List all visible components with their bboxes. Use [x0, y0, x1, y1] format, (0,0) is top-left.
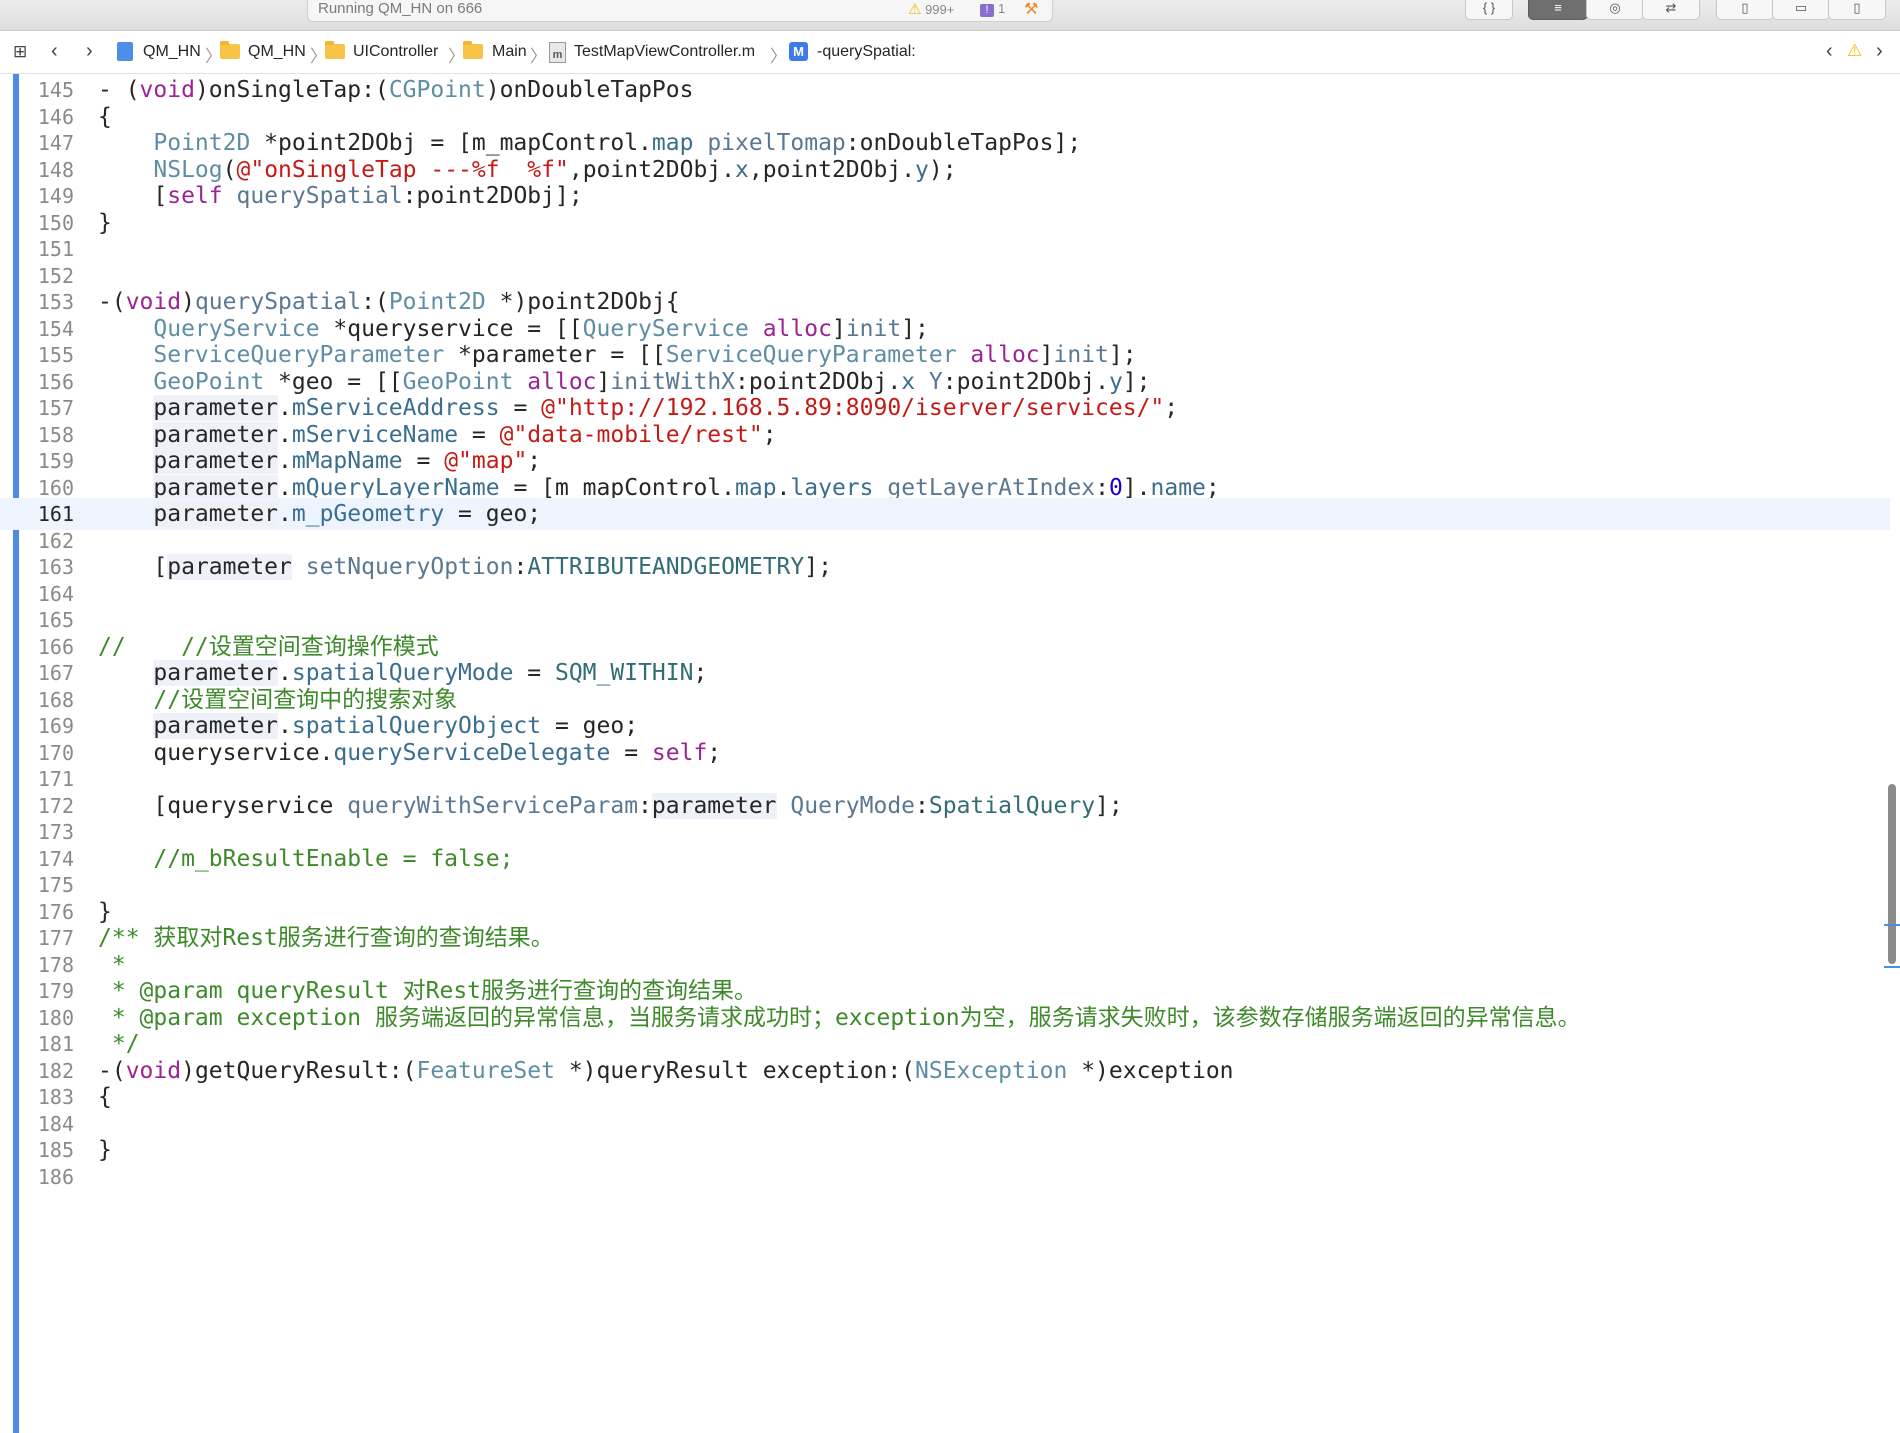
warnings-badge[interactable]: ⚠ 999+	[908, 0, 954, 18]
breadcrumb-uicontroller[interactable]: UIController	[353, 43, 438, 61]
warnings-count: 999+	[925, 2, 955, 17]
activity-status: Running QM_HN on 666	[318, 0, 483, 17]
code-line[interactable]: 186	[0, 1161, 1890, 1193]
code-review-button[interactable]: { }	[1465, 0, 1513, 20]
previous-issue-icon[interactable]: ‹	[1826, 40, 1833, 63]
inspector-toggle-button[interactable]: ▯	[1828, 0, 1886, 20]
issues-badge[interactable]: ! 1	[980, 1, 1005, 17]
related-items-icon[interactable]: ⊞	[13, 42, 27, 62]
navigator-toggle-button[interactable]: ▯	[1716, 0, 1774, 20]
minimap-change-marker	[1884, 924, 1900, 926]
breadcrumb-method[interactable]: -querySpatial:	[817, 43, 916, 61]
standard-editor-button[interactable]: ≡	[1528, 0, 1588, 20]
activity-viewer: Running QM_HN on 666 ⚠ 999+ ! 1 ⚒	[307, 0, 1053, 22]
breadcrumb-project[interactable]: QM_HN	[143, 43, 201, 61]
warning-icon[interactable]: ⚠	[1847, 41, 1862, 61]
breadcrumb-main[interactable]: Main	[492, 43, 527, 61]
folder-icon	[220, 41, 240, 64]
forward-arrow-icon[interactable]: ›	[86, 40, 93, 63]
back-arrow-icon[interactable]: ‹	[51, 40, 58, 63]
vertical-scrollbar[interactable]	[1888, 784, 1896, 964]
breadcrumb-group[interactable]: QM_HN	[248, 43, 306, 61]
m-file-icon: m	[549, 42, 566, 63]
issues-count: 1	[998, 1, 1006, 16]
source-editor[interactable]: 145- (void)onSingleTap:(CGPoint)onDouble…	[0, 74, 1900, 1433]
version-editor-button[interactable]: ⇄	[1642, 0, 1700, 20]
warning-icon: ⚠	[908, 1, 922, 18]
folder-icon	[463, 41, 483, 64]
hammer-icon: ⚒	[1024, 1, 1039, 18]
minimap-change-marker	[1884, 966, 1900, 968]
project-icon	[117, 42, 133, 66]
breadcrumb-file[interactable]: TestMapViewController.m	[574, 43, 755, 61]
next-issue-icon[interactable]: ›	[1876, 40, 1883, 63]
issue-icon: !	[980, 4, 994, 17]
chevron-right-icon: 〉	[530, 47, 547, 66]
assistant-editor-button[interactable]: ◎	[1586, 0, 1644, 20]
jump-bar: ⊞ ‹ › QM_HN 〉 QM_HN 〉 UIController 〉 Mai…	[0, 31, 1900, 74]
chevron-right-icon: 〉	[770, 47, 787, 66]
folder-icon	[325, 41, 345, 64]
method-icon: M	[789, 42, 808, 61]
debug-area-toggle-button[interactable]: ▭	[1772, 0, 1830, 20]
line-number[interactable]: 186	[20, 1161, 74, 1193]
window-toolbar: Running QM_HN on 666 ⚠ 999+ ! 1 ⚒ { } ≡ ◎…	[0, 0, 1900, 31]
